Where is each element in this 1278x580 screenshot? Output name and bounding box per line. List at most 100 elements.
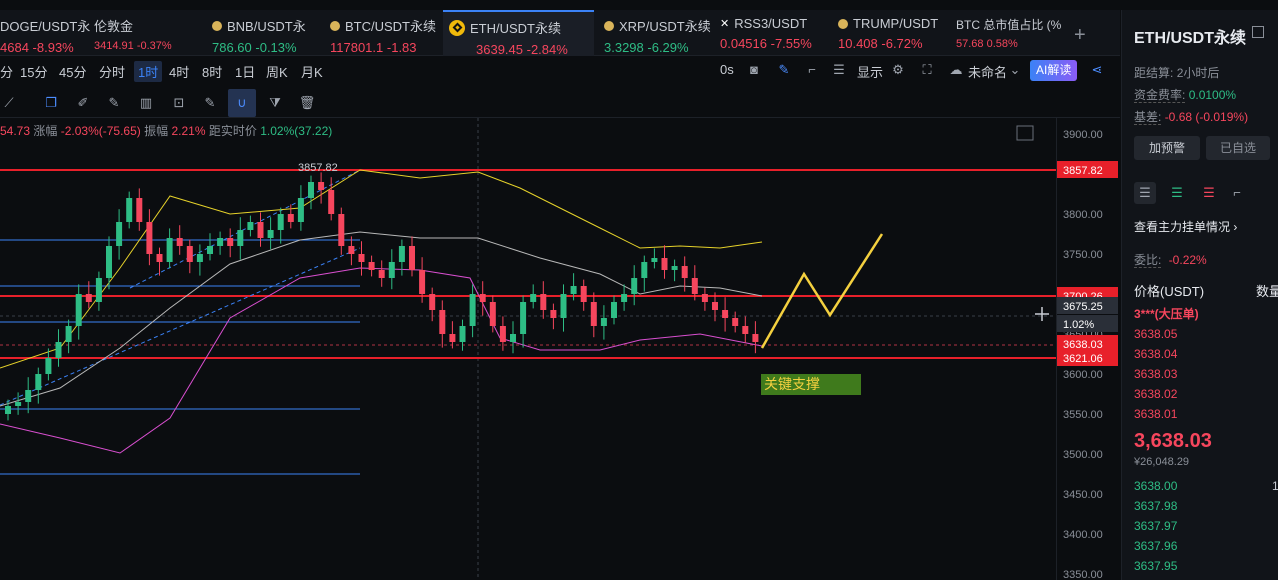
settings-icon[interactable]: ⚙: [891, 63, 905, 77]
ask-row[interactable]: 3638.04: [1134, 347, 1278, 361]
note-tool-icon[interactable]: ✎: [201, 94, 219, 112]
interval-option[interactable]: 周K: [266, 62, 288, 81]
candle-body: [247, 222, 254, 230]
candle-body: [429, 294, 436, 310]
share-icon[interactable]: ⋖: [1090, 63, 1104, 77]
display-button[interactable]: 显示: [857, 62, 883, 81]
candle-body: [5, 406, 11, 414]
candle-body: [338, 214, 345, 246]
main-orders-link[interactable]: 查看主力挂单情况 ›: [1134, 218, 1237, 235]
candle-body: [742, 326, 749, 334]
interval-option[interactable]: 8时: [202, 62, 222, 81]
candle-body: [166, 238, 173, 262]
price-axis[interactable]: 3900.003850.003800.003750.003700.003650.…: [1056, 118, 1118, 580]
interval-option[interactable]: 分时: [99, 62, 125, 81]
candle-body: [398, 246, 405, 262]
chevron-down-icon[interactable]: ⌄: [1008, 63, 1022, 77]
copy-icon[interactable]: [1252, 26, 1264, 38]
price-axis-tick: 3750.00: [1063, 249, 1103, 261]
add-tab-button[interactable]: +: [1074, 24, 1086, 47]
pencil-icon[interactable]: ✎: [777, 63, 791, 77]
interval-option[interactable]: 月K: [301, 62, 323, 81]
candle-body: [196, 254, 203, 262]
bid-row[interactable]: 3637.97: [1134, 519, 1278, 533]
interval-option[interactable]: 1日: [235, 62, 255, 81]
cloud-icon[interactable]: ☁: [949, 63, 963, 77]
bid-row[interactable]: 3638.00 1: [1134, 479, 1278, 493]
camera-icon[interactable]: ◙: [747, 63, 761, 77]
bid-row[interactable]: 3637.98: [1134, 499, 1278, 513]
ticker-tab-london-gold[interactable]: 伦敦金 3414.91 -0.37%: [94, 10, 204, 56]
ticker-tab-bnb[interactable]: BNB/USDT永 786.60 -0.13%: [212, 10, 322, 56]
ticker-price: 3.3298: [604, 40, 644, 55]
filter-tool-icon[interactable]: ⧩: [266, 94, 284, 112]
quantity-column-header: 数量 (: [1256, 284, 1278, 299]
lock-tool-icon[interactable]: ⊡: [170, 94, 188, 112]
ticker-tab-trump[interactable]: TRUMP/USDT 10.408 -6.72%: [838, 10, 948, 56]
orderbook-bids-tab-icon[interactable]: ☰: [1166, 182, 1188, 204]
interval-option-active[interactable]: 1时: [134, 61, 163, 82]
big-sell-wall-label: 3***(大压单): [1134, 307, 1199, 321]
price-axis-label: 3675.25: [1063, 301, 1103, 313]
coin-icon: [838, 18, 848, 29]
main-orders-label: 查看主力挂单情况: [1134, 220, 1231, 234]
ticker-name: XRP/USDT永续: [619, 19, 711, 34]
exchange-logo-icon: [449, 19, 465, 36]
ticker-tab-btc-dominance[interactable]: BTC 总市值占比 (% 57.68 0.58%: [956, 10, 1066, 56]
bid-row[interactable]: 3637.96: [1134, 539, 1278, 553]
order-ratio-value: -0.22%: [1168, 253, 1207, 267]
ticker-name: BTC 总市值占比 (%: [956, 18, 1062, 32]
magnet-tool-icon[interactable]: ∪: [228, 89, 256, 117]
fullscreen-icon[interactable]: ⛶: [920, 63, 934, 77]
ticker-change: -7.55%: [770, 36, 812, 51]
ruler-tool-icon[interactable]: ✐: [74, 94, 92, 112]
ticker-tab-doge[interactable]: DOGE/USDT永 4684 -8.93%: [0, 10, 90, 56]
copy-tool-icon[interactable]: ❐: [42, 94, 60, 112]
interval-option[interactable]: 45分: [59, 62, 86, 81]
interval-option[interactable]: 分: [0, 62, 13, 81]
trendline-tool-icon[interactable]: ⟋: [0, 94, 18, 112]
ticker-tab-rss3[interactable]: ✕ RSS3/USDT 0.04516 -7.55%: [720, 10, 830, 56]
ticker-name: 伦敦金: [94, 19, 134, 34]
candlestick-chart[interactable]: 3857.82 关键支撑: [0, 118, 1056, 580]
ticker-price: 3639.45: [476, 42, 523, 57]
distance-value: 1.02%(37.22): [260, 124, 333, 138]
candle-tool-icon[interactable]: ▥: [137, 94, 155, 112]
ticker-price: 4684: [0, 40, 29, 55]
add-alert-button[interactable]: 加预警: [1134, 136, 1200, 160]
bid-row[interactable]: 3637.95: [1134, 559, 1278, 573]
candle-body: [15, 402, 22, 406]
trash-tool-icon[interactable]: 🗑: [298, 94, 316, 112]
orderbook-both-tab-icon[interactable]: ☰: [1134, 182, 1156, 204]
settlement-label: 距结算:: [1134, 66, 1174, 80]
orderbook-trades-tab-icon[interactable]: ⌐: [1226, 182, 1248, 204]
ask-row[interactable]: 3638.03: [1134, 367, 1278, 381]
indicator-icon[interactable]: ☰: [832, 63, 846, 77]
candle-body: [106, 246, 112, 278]
orderbook-asks-tab-icon[interactable]: ☰: [1198, 182, 1220, 204]
ticker-tab-btc[interactable]: BTC/USDT永续 117801.1 -1.83: [330, 10, 440, 56]
layout-name-dropdown[interactable]: 未命名: [968, 62, 1007, 81]
watchlist-button[interactable]: 已自选: [1206, 136, 1270, 160]
ask-row[interactable]: 3638.05: [1134, 327, 1278, 341]
interval-option[interactable]: 15分: [20, 62, 47, 81]
ai-interpret-button[interactable]: AI解读: [1030, 60, 1078, 81]
candle-body: [631, 278, 638, 294]
ticker-name: DOGE/USDT永: [0, 19, 91, 34]
ask-row[interactable]: 3638.01: [1134, 407, 1278, 421]
interval-bar: 分 15分 45分 分时 1时 4时 8时 1日 周K 月K 0s ◙ ✎ ⌐ …: [0, 56, 1120, 86]
interval-option[interactable]: 4时: [169, 62, 189, 81]
candle-body: [25, 390, 32, 402]
price-axis-tick: 3900.00: [1063, 129, 1103, 141]
ticker-tab-eth[interactable]: ETH/USDT永续 3639.45 -2.84%: [443, 10, 594, 57]
brush-tool-icon[interactable]: ✎: [105, 94, 123, 112]
ask-row[interactable]: 3638.02: [1134, 387, 1278, 401]
ticker-tab-xrp[interactable]: XRP/USDT永续 3.3298 -6.29%: [604, 10, 714, 56]
crop-icon[interactable]: ⌐: [805, 63, 819, 77]
bollinger-bands: [0, 169, 763, 454]
candle-body: [388, 262, 395, 278]
expand-icon[interactable]: [1016, 125, 1034, 141]
settlement-value: 2小时后: [1176, 66, 1220, 80]
candle-body: [459, 326, 466, 342]
amplitude-label: 振幅: [144, 124, 169, 138]
